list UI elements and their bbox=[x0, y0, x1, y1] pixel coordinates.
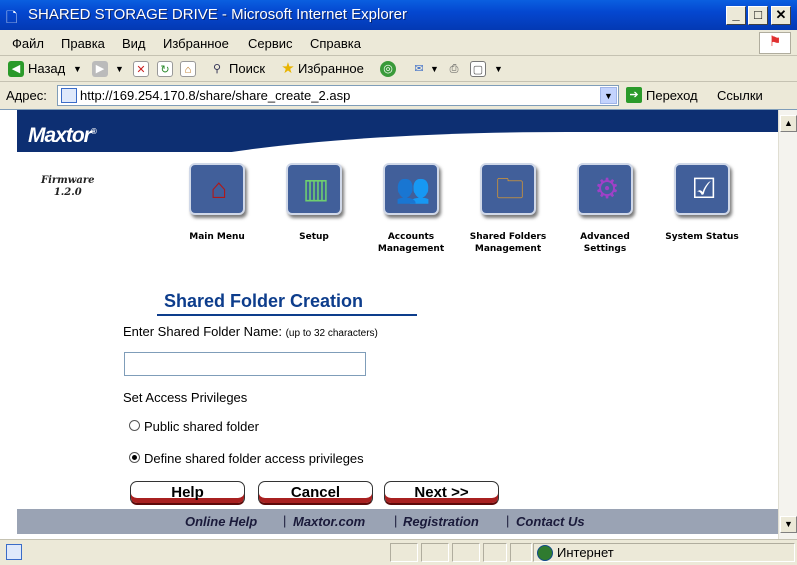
close-button[interactable]: ✕ bbox=[771, 6, 791, 25]
mail-icon[interactable]: ✉ bbox=[411, 61, 427, 77]
home-icon[interactable]: ⌂ bbox=[180, 61, 196, 77]
footer-online-help[interactable]: Online Help bbox=[185, 514, 257, 529]
vertical-scrollbar[interactable]: ▲ ▼ bbox=[778, 110, 797, 540]
help-button[interactable]: Help bbox=[130, 481, 245, 505]
checkmark-icon: ☑ bbox=[691, 173, 717, 204]
security-zone: Интернет bbox=[557, 545, 614, 560]
footer-links: Online Help | Maxtor.com | Registration … bbox=[17, 509, 778, 534]
menu-tools[interactable]: Сервис bbox=[248, 36, 293, 51]
users-icon: 👥 bbox=[395, 173, 431, 204]
windows-flag-icon: ⚑ bbox=[759, 32, 791, 54]
internet-globe-icon bbox=[537, 545, 553, 561]
minimize-button[interactable]: _ bbox=[726, 6, 746, 25]
nav-label-accounts[interactable]: Accounts Management bbox=[366, 231, 456, 255]
home-icon: ⌂ bbox=[210, 173, 228, 204]
gears-icon: ⚙ bbox=[594, 173, 620, 204]
edit-page-icon[interactable]: ▢ bbox=[470, 61, 486, 77]
address-bar: Адрес: http://169.254.170.8/share/share_… bbox=[0, 83, 797, 108]
maximize-button[interactable]: □ bbox=[748, 6, 768, 25]
go-button[interactable]: Переход bbox=[646, 88, 698, 103]
title-underline bbox=[157, 314, 417, 316]
folder-name-label: Enter Shared Folder Name: (up to 32 char… bbox=[123, 324, 378, 339]
folders-icon: 🗀 bbox=[495, 173, 524, 204]
page-status-icon bbox=[6, 544, 22, 560]
search-icon[interactable]: ⚲ bbox=[209, 61, 225, 77]
footer-separator: | bbox=[283, 513, 287, 528]
back-button[interactable]: Назад bbox=[28, 61, 65, 76]
nav-label-status[interactable]: System Status bbox=[657, 231, 747, 243]
nav-label-shared-folders[interactable]: Shared Folders Management bbox=[463, 231, 553, 255]
footer-separator: | bbox=[506, 513, 510, 528]
menu-help[interactable]: Справка bbox=[310, 36, 361, 51]
maxtor-logo[interactable]: Maxtor® bbox=[28, 124, 97, 148]
setup-tile[interactable]: ▥ bbox=[284, 161, 344, 217]
forward-arrow-icon[interactable]: ▶ bbox=[92, 61, 108, 77]
media-icon[interactable]: ◎ bbox=[380, 61, 396, 77]
menu-view[interactable]: Вид bbox=[122, 36, 146, 51]
go-arrow-icon[interactable]: ➔ bbox=[626, 87, 642, 103]
address-field[interactable]: http://169.254.170.8/share/share_create_… bbox=[57, 85, 619, 106]
forward-dropdown-icon[interactable]: ▼ bbox=[115, 64, 124, 74]
scroll-down-icon[interactable]: ▼ bbox=[780, 516, 797, 533]
next-button[interactable]: Next >> bbox=[384, 481, 499, 505]
main-menu-tile[interactable]: ⌂ bbox=[187, 161, 247, 217]
firmware-version: Firmware 1.2.0 bbox=[41, 175, 95, 198]
shared-folders-tile[interactable]: 🗀 bbox=[478, 161, 538, 217]
menu-edit[interactable]: Правка bbox=[61, 36, 105, 51]
public-folder-radio[interactable] bbox=[129, 420, 140, 431]
address-url[interactable]: http://169.254.170.8/share/share_create_… bbox=[80, 88, 350, 103]
status-pane bbox=[483, 543, 507, 562]
folder-name-input[interactable] bbox=[124, 352, 366, 376]
status-pane bbox=[421, 543, 449, 562]
accounts-management-tile[interactable]: 👥 bbox=[381, 161, 441, 217]
address-dropdown-icon[interactable]: ▼ bbox=[600, 87, 617, 104]
browser-viewport: Maxtor® Firmware 1.2.0 ⌂ ▥ 👥 🗀 ⚙ ☑ Main … bbox=[0, 109, 797, 540]
header-banner: Maxtor® bbox=[17, 110, 778, 152]
print-icon[interactable]: ⎙ bbox=[446, 61, 462, 77]
define-privileges-radio[interactable] bbox=[129, 452, 140, 463]
menu-file[interactable]: Файл bbox=[12, 36, 44, 51]
back-arrow-icon[interactable]: ◀ bbox=[8, 61, 24, 77]
scroll-up-icon[interactable]: ▲ bbox=[780, 115, 797, 132]
public-folder-label[interactable]: Public shared folder bbox=[144, 419, 259, 434]
define-privileges-label[interactable]: Define shared folder access privileges bbox=[144, 451, 364, 466]
status-pane bbox=[452, 543, 480, 562]
status-pane bbox=[390, 543, 418, 562]
footer-separator: | bbox=[394, 513, 398, 528]
title-bar: 🗋 SHARED STORAGE DRIVE - Microsoft Inter… bbox=[0, 0, 797, 30]
address-label: Адрес: bbox=[6, 88, 47, 103]
edit-dropdown-icon[interactable]: ▼ bbox=[494, 64, 503, 74]
status-pane bbox=[510, 543, 532, 562]
status-bar: Интернет bbox=[0, 539, 797, 565]
favorites-star-icon[interactable]: ★ bbox=[280, 61, 296, 77]
mail-dropdown-icon[interactable]: ▼ bbox=[430, 64, 439, 74]
nav-label-main-menu[interactable]: Main Menu bbox=[172, 231, 262, 243]
system-status-tile[interactable]: ☑ bbox=[672, 161, 732, 217]
toolbar: ◀ Назад ▼ ▶ ▼ ✕ ↻ ⌂ ⚲ Поиск ★ Избранное … bbox=[0, 57, 797, 82]
cancel-button[interactable]: Cancel bbox=[258, 481, 373, 505]
window-title: SHARED STORAGE DRIVE - Microsoft Interne… bbox=[28, 6, 407, 23]
back-dropdown-icon[interactable]: ▼ bbox=[73, 64, 82, 74]
ie-page-icon: 🗋 bbox=[6, 9, 18, 25]
footer-registration[interactable]: Registration bbox=[403, 514, 479, 529]
access-privileges-label: Set Access Privileges bbox=[123, 390, 248, 405]
refresh-icon[interactable]: ↻ bbox=[157, 61, 173, 77]
links-button[interactable]: Ссылки bbox=[717, 88, 763, 103]
footer-contact-us[interactable]: Contact Us bbox=[516, 514, 585, 529]
footer-maxtor-com[interactable]: Maxtor.com bbox=[293, 514, 365, 529]
nav-label-setup[interactable]: Setup bbox=[269, 231, 359, 243]
search-button[interactable]: Поиск bbox=[229, 61, 265, 76]
setup-icon: ▥ bbox=[302, 173, 330, 204]
menu-bar: Файл Правка Вид Избранное Сервис Справка… bbox=[0, 30, 797, 56]
page-icon bbox=[61, 88, 77, 103]
web-page: Maxtor® Firmware 1.2.0 ⌂ ▥ 👥 🗀 ⚙ ☑ Main … bbox=[17, 110, 778, 540]
page-title: Shared Folder Creation bbox=[164, 291, 364, 311]
stop-icon[interactable]: ✕ bbox=[133, 61, 149, 77]
advanced-settings-tile[interactable]: ⚙ bbox=[575, 161, 635, 217]
nav-label-advanced[interactable]: Advanced Settings bbox=[560, 231, 650, 255]
menu-favorites[interactable]: Избранное bbox=[163, 36, 229, 51]
favorites-button[interactable]: Избранное bbox=[298, 61, 364, 76]
